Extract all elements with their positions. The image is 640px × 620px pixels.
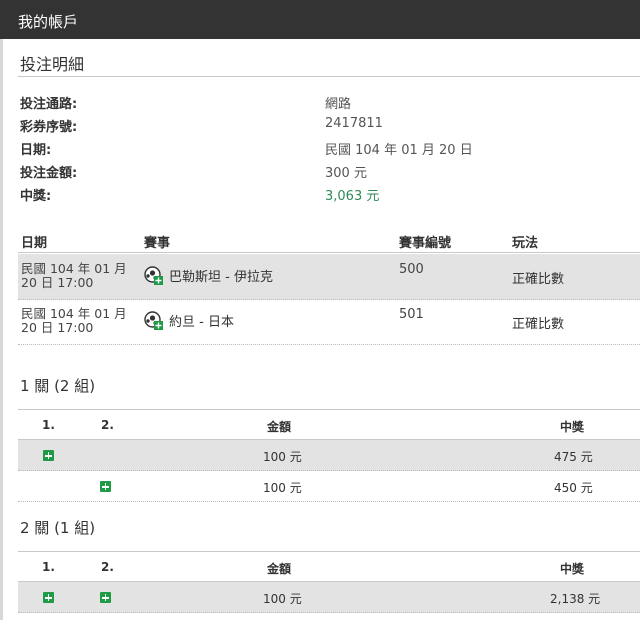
divider [18,76,640,77]
page-header-title: 我的帳戶 [18,13,79,31]
table-row: 民國 104 年 01 月 20 日 17:00 巴勒斯坦 - 伊拉克 500 … [18,254,640,300]
group-title: 2 關 (1 組) [20,519,96,537]
detail-label: 投注通路: [20,97,78,112]
match-date-line2: 20 日 17:00 [21,320,94,335]
detail-value: 民國 104 年 01 月 20 日 [325,143,473,158]
table-row: 100 元 475 元 [18,440,640,471]
amount-cell: 100 元 [263,481,302,495]
group-table-header: 1. 2. 金額 中獎 [18,409,640,440]
left-border [0,39,3,620]
table-row: 民國 104 年 01 月 20 日 17:00 約旦 - 日本 501 正確比… [18,299,640,345]
detail-row-date: 日期: 民國 104 年 01 月 20 日 [20,139,620,159]
match-number: 500 [399,262,424,277]
matches-table-header: 日期 賽事 賽事編號 玩法 [18,229,640,253]
column-header-date: 日期 [21,236,48,251]
group-title: 1 關 (2 組) [20,377,96,395]
match-date: 民國 104 年 01 月 20 日 17:00 [21,307,136,335]
soccer-ball-add-icon[interactable] [144,266,163,285]
column-header-leg1: 1. [42,418,55,432]
column-header-play-type: 玩法 [512,236,539,251]
prize-cell: 2,138 元 [550,592,601,606]
match-date: 民國 104 年 01 月 20 日 17:00 [21,262,136,290]
column-header-leg1: 1. [42,560,55,574]
column-header-leg2: 2. [101,418,114,432]
expand-plus-icon[interactable] [100,481,111,492]
detail-row-prize: 中獎: 3,063 元 [20,185,620,205]
match-event: 巴勒斯坦 - 伊拉克 [144,266,273,285]
soccer-ball-add-icon[interactable] [144,311,163,330]
match-date-line1: 民國 104 年 01 月 [21,261,127,276]
match-event: 約旦 - 日本 [144,311,234,330]
column-header-prize: 中獎 [560,420,585,434]
match-number: 501 [399,307,424,322]
detail-label: 投注金額: [20,166,78,181]
expand-plus-icon[interactable] [100,592,111,603]
detail-label: 彩券序號: [20,120,78,135]
detail-value: 2417811 [325,116,383,131]
prize-cell: 450 元 [554,481,593,495]
column-header-event-number: 賽事編號 [399,236,452,251]
detail-label: 日期: [20,143,52,158]
match-play-type: 正確比數 [512,272,565,287]
amount-cell: 100 元 [263,592,302,606]
column-header-event: 賽事 [144,236,171,251]
group-table-header: 1. 2. 金額 中獎 [18,551,640,582]
detail-value: 300 元 [325,166,367,181]
detail-value-prize: 3,063 元 [325,189,380,204]
column-header-leg2: 2. [101,560,114,574]
expand-plus-icon[interactable] [43,592,54,603]
column-header-prize: 中獎 [560,562,585,576]
detail-row-amount: 投注金額: 300 元 [20,162,620,182]
table-row: 100 元 450 元 [18,471,640,502]
section-title: 投注明細 [20,55,85,74]
amount-cell: 100 元 [263,450,302,464]
detail-label: 中獎: [20,189,52,204]
expand-plus-icon[interactable] [43,450,54,461]
detail-row-serial: 彩券序號: 2417811 [20,116,620,136]
table-row: 100 元 2,138 元 [18,582,640,613]
detail-row-channel: 投注通路: 網路 [20,93,620,113]
match-date-line2: 20 日 17:00 [21,275,94,290]
match-event-name: 巴勒斯坦 - 伊拉克 [169,270,273,285]
top-bar: 我的帳戶 [0,0,640,39]
column-header-amount: 金額 [267,420,292,434]
match-event-name: 約旦 - 日本 [169,315,234,330]
prize-cell: 475 元 [554,450,593,464]
match-date-line1: 民國 104 年 01 月 [21,306,127,321]
match-play-type: 正確比數 [512,317,565,332]
detail-value: 網路 [325,97,352,112]
column-header-amount: 金額 [267,562,292,576]
